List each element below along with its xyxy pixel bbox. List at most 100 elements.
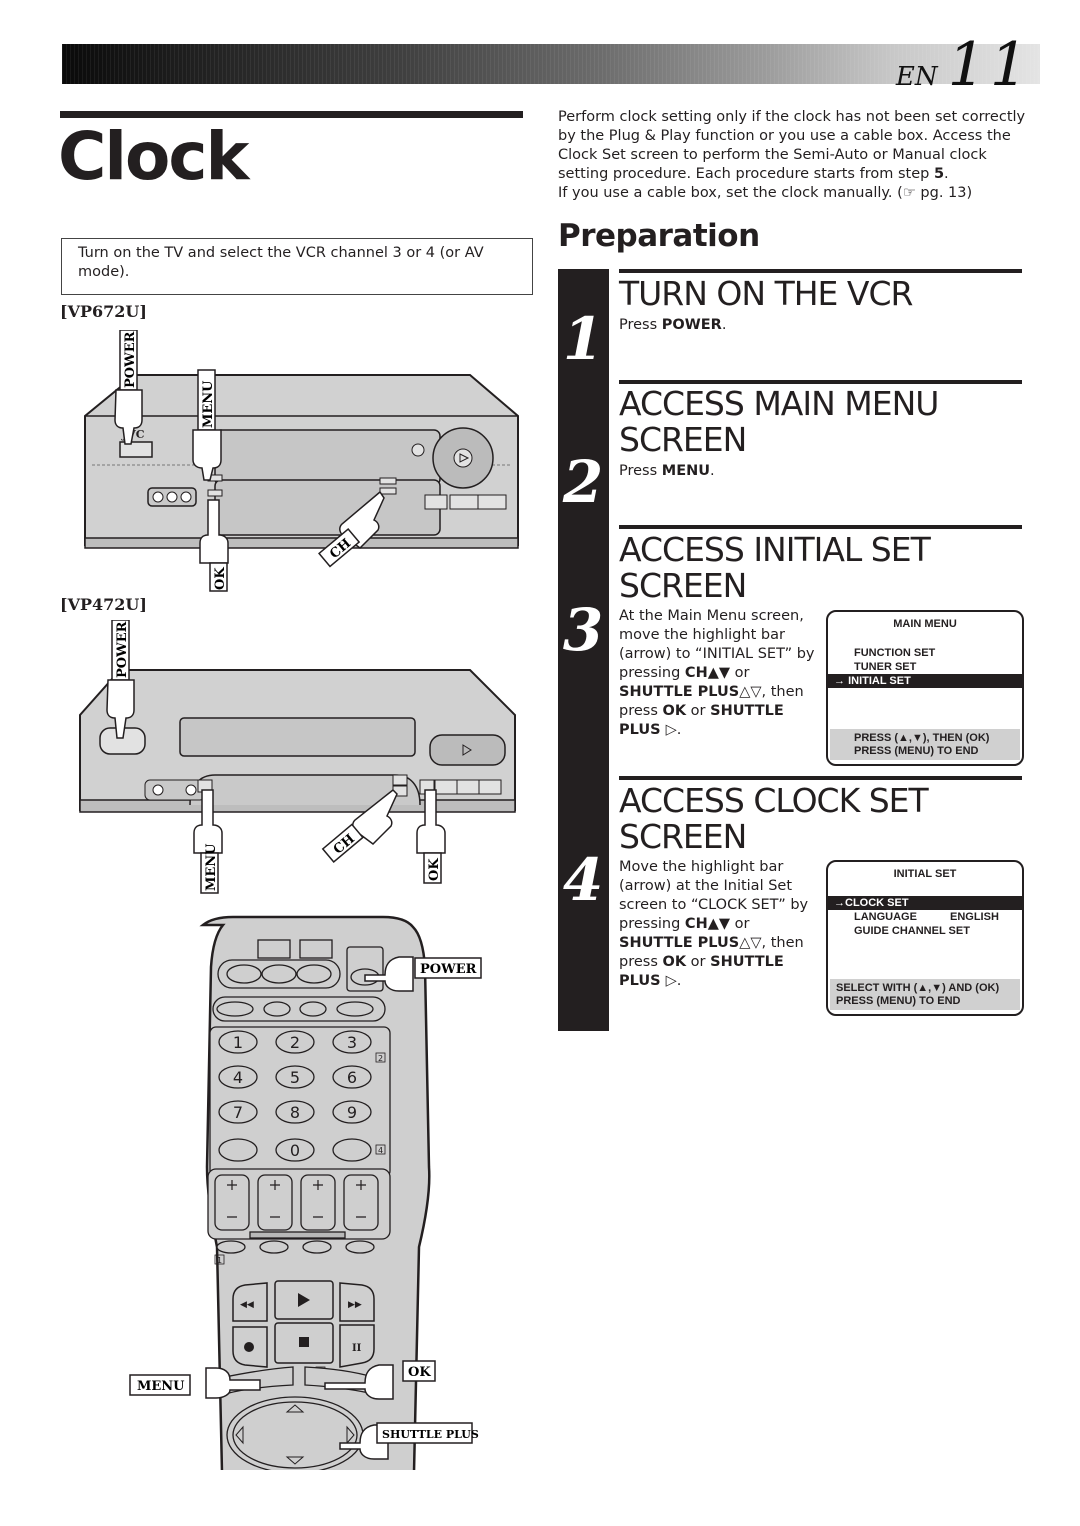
ok-key: OK — [662, 954, 687, 970]
ok-callout: OK — [427, 858, 442, 881]
shuttle-plus-keys: SHUTTLE PLUS△▽ — [619, 684, 762, 700]
arrow-right-icon: → — [834, 897, 845, 909]
key-4: 4 — [233, 1068, 243, 1087]
intro-text-1: Perform clock setting only if the clock … — [558, 109, 1026, 182]
model-label-vp672u: [VP672U] — [60, 302, 147, 321]
osd-footer-line-1: PRESS (▲,▼), THEN (OK) — [854, 732, 990, 744]
step-4-text-5: . — [676, 973, 682, 989]
step-3-text-2: or — [730, 665, 750, 681]
page-reference[interactable]: pg. 13) — [916, 185, 972, 201]
osd-footer: PRESS (▲,▼), THEN (OK) PRESS (MENU) TO E… — [830, 729, 1020, 760]
step-1-title: TURN ON THE VCR — [619, 274, 913, 313]
step-2-title: ACCESS MAIN MENU SCREEN — [619, 384, 939, 459]
menu-callout: MENU — [204, 843, 219, 891]
step-reference: 5 — [933, 166, 945, 182]
remote-control-illustration: 1 2 3 4 5 6 7 8 9 0 2 4 1 3 — [129, 915, 482, 1470]
step-3-text-4: or — [686, 703, 711, 719]
step-3-body: At the Main Menu screen, move the highli… — [619, 607, 819, 740]
language-value: ENGLISH — [950, 911, 999, 923]
ch-keys: CH▲▼ — [684, 916, 731, 932]
step-1-end: . — [721, 317, 727, 333]
step-1-text: Press — [619, 317, 662, 333]
power-callout: POWER — [420, 962, 477, 977]
osd-title: MAIN MENU — [893, 618, 957, 630]
key-6: 6 — [347, 1068, 357, 1087]
osd-item-guide-channel-set: GUIDE CHANNEL SET — [854, 925, 970, 937]
rewind-icon: ◀◀ — [240, 1300, 254, 1310]
osd-footer-line-2: PRESS (MENU) TO END — [854, 745, 979, 757]
cassette-slot — [179, 717, 416, 757]
language-code: EN — [895, 62, 938, 92]
step-3-number: 3 — [562, 596, 604, 664]
header-gradient-bar — [62, 44, 1040, 84]
step-3-rule — [619, 525, 1022, 529]
step-4-number: 4 — [562, 846, 604, 914]
intro-paragraph: Perform clock setting only if the clock … — [558, 108, 1028, 203]
osd-item-clock-set-selected: →CLOCK SET — [828, 896, 1022, 910]
step-1-key: POWER — [661, 317, 722, 333]
step-2-text: Press — [619, 463, 662, 479]
key-1: 1 — [233, 1033, 243, 1052]
page-number-label: EN 11 — [896, 30, 1032, 100]
fast-forward-icon: ▶▶ — [348, 1300, 362, 1310]
osd-item-label: LANGUAGE — [854, 911, 917, 923]
transport-buttons — [429, 734, 506, 766]
front-panel-door — [214, 479, 441, 536]
osd-item-label: INITIAL SET — [848, 675, 911, 687]
step-4-rule — [619, 776, 1022, 780]
preparation-heading: Preparation — [558, 218, 760, 254]
step-1-rule — [619, 269, 1022, 273]
page-title: Clock — [58, 118, 249, 195]
osd-item-label: CLOCK SET — [845, 897, 909, 909]
tag-1: 1 — [217, 1256, 222, 1265]
key-2: 2 — [290, 1033, 300, 1052]
model-label-vp472u: [VP472U] — [60, 595, 147, 614]
osd-item-tuner-set: TUNER SET — [854, 661, 917, 673]
vcr-vp472u-illustration: POWER MENU OK CH — [79, 620, 516, 894]
step-2-end: . — [710, 463, 715, 479]
step-1-body: Press POWER. — [619, 316, 726, 335]
ok-key: OK — [662, 703, 687, 719]
tag-4: 4 — [378, 1146, 383, 1155]
osd-footer-line-1: SELECT WITH (▲,▼) AND (OK) — [836, 982, 1000, 994]
vcr-vp672u-illustration: JVC POWER MENU OK CH — [84, 330, 519, 592]
key-7: 7 — [233, 1103, 243, 1122]
power-callout: POWER — [123, 331, 138, 388]
ok-button — [207, 489, 223, 497]
shuttle-plus-keys: SHUTTLE PLUS△▽ — [619, 935, 762, 951]
key-0: 0 — [290, 1141, 300, 1160]
osd-title: INITIAL SET — [893, 868, 957, 880]
shuttle-plus-callout: SHUTTLE PLUS — [382, 1428, 479, 1441]
page-number: 11 — [947, 30, 1032, 100]
ch-up-button — [392, 774, 408, 786]
step-4-text-4: or — [686, 954, 711, 970]
preparation-note: Turn on the TV and select the VCR channe… — [61, 238, 533, 295]
osd-footer: SELECT WITH (▲,▼) AND (OK) PRESS (MENU) … — [830, 979, 1020, 1010]
step-4-body: Move the highlight bar (arrow) at the In… — [619, 858, 819, 991]
key-9: 9 — [347, 1103, 357, 1122]
stop-icon — [299, 1337, 309, 1347]
ch-keys: CH▲▼ — [684, 665, 731, 681]
step-3-text-5: . — [676, 722, 682, 738]
step-2-key: MENU — [661, 463, 711, 479]
pause-icon: II — [352, 1343, 362, 1354]
menu-callout: MENU — [201, 380, 216, 428]
ok-callout: OK — [213, 567, 228, 590]
tag-2: 2 — [378, 1054, 383, 1063]
step-4-text-2: or — [730, 916, 750, 932]
main-menu-screen: MAIN MENU FUNCTION SET TUNER SET → INITI… — [826, 610, 1024, 766]
ok-callout: OK — [408, 1365, 431, 1380]
power-callout: POWER — [115, 621, 130, 678]
menu-callout: MENU — [137, 1379, 185, 1394]
arrow-right-icon: → — [834, 675, 845, 687]
step-3-title: ACCESS INITIAL SET SCREEN — [619, 530, 931, 605]
record-icon — [244, 1342, 254, 1352]
step-4-title: ACCESS CLOCK SET SCREEN — [619, 781, 929, 856]
osd-footer-line-2: PRESS (MENU) TO END — [836, 995, 961, 1007]
ch-down-button — [379, 487, 397, 495]
intro-text-2: If you use a cable box, set the clock ma… — [558, 185, 903, 201]
step-1-number: 1 — [562, 305, 604, 373]
pointing-hand-icon: ☞ — [902, 185, 916, 201]
key-8: 8 — [290, 1103, 300, 1122]
ch-up-button — [379, 477, 397, 485]
